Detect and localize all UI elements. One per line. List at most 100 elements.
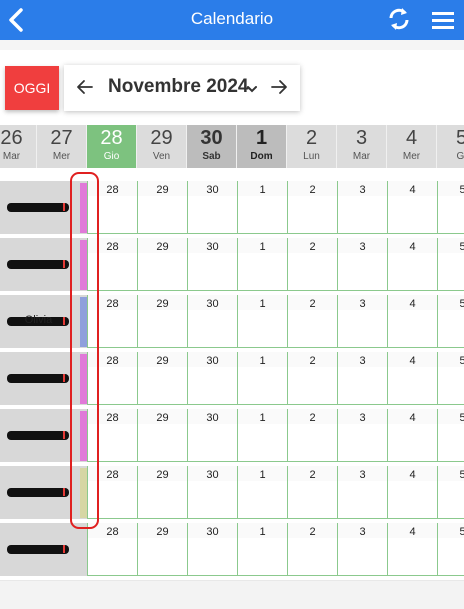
cell-day-number: 5 [459,298,464,310]
bottom-bar [0,580,464,609]
day-cell[interactable]: 2 [287,466,337,519]
day-cell[interactable]: 5 [437,295,464,348]
menu-button[interactable] [431,9,455,31]
day-cell[interactable]: 29 [137,238,187,291]
day-cell[interactable]: 30 [187,295,237,348]
day-cell[interactable]: 3 [337,181,387,234]
day-cell[interactable]: 30 [187,181,237,234]
day-cell[interactable]: 1 [237,181,287,234]
person-label[interactable] [0,523,87,576]
day-cell[interactable]: 2 [287,238,337,291]
day-column-header[interactable]: 28 Gio [87,125,137,168]
day-cell[interactable]: 29 [137,523,187,576]
day-number: 27 [50,127,73,149]
status-marker [63,545,65,553]
cell-day-number: 5 [459,184,464,196]
day-cell[interactable]: 29 [137,352,187,405]
cell-day-number: 29 [156,184,169,196]
day-cell[interactable]: 4 [387,238,437,291]
cell-day-number: 29 [156,298,169,310]
cell-day-number: 4 [409,469,416,481]
day-cell[interactable]: 29 [137,295,187,348]
previous-month-button[interactable] [76,78,94,96]
next-month-button[interactable] [270,78,288,96]
day-cell[interactable]: 4 [387,295,437,348]
day-cell[interactable]: 2 [287,181,337,234]
day-cell[interactable]: 3 [337,352,387,405]
day-cell[interactable]: 3 [337,523,387,576]
cell-day-number: 29 [156,355,169,367]
cell-day-number: 3 [359,355,366,367]
day-cell[interactable]: 1 [237,295,287,348]
day-column-header[interactable]: 29 Ven [137,125,187,168]
day-cell[interactable]: 2 [287,295,337,348]
day-cell[interactable]: 2 [287,352,337,405]
today-button[interactable]: OGGI [5,66,59,110]
day-cell[interactable]: 3 [337,466,387,519]
cell-day-number: 30 [206,241,219,253]
weekday-label: Gi [456,151,464,162]
day-cell[interactable]: 5 [437,466,464,519]
day-cell[interactable]: 29 [137,181,187,234]
day-cell[interactable]: 3 [337,238,387,291]
day-header: 26 Mar 27 Mer 28 Gio 29 Ven 30 Sab 1 Dom 2 Lun 3 Mar 4 Me… [0,125,464,168]
day-cell[interactable]: 2 [287,523,337,576]
toolbar-shadow [0,40,464,50]
day-cell[interactable]: 3 [337,409,387,462]
refresh-button[interactable] [386,5,412,33]
day-cell[interactable]: 1 [237,523,287,576]
day-column-header[interactable]: 30 Sab [187,125,237,168]
day-column-header[interactable]: 4 Mer [387,125,437,168]
day-cell[interactable]: 1 [237,352,287,405]
day-cell[interactable]: 30 [187,523,237,576]
cell-day-number: 3 [359,298,366,310]
cell-day-number: 2 [309,298,316,310]
day-column-header[interactable]: 1 Dom [237,125,287,168]
day-cell[interactable]: 5 [437,238,464,291]
refresh-icon [389,8,409,30]
day-cell[interactable]: 5 [437,409,464,462]
day-cell[interactable]: 30 [187,238,237,291]
day-cell[interactable]: 4 [387,181,437,234]
cell-day-number: 3 [359,526,366,538]
cell-day-number: 3 [359,184,366,196]
status-marker [63,203,65,211]
day-cell[interactable]: 4 [387,409,437,462]
day-column-header[interactable]: 5 Gi [437,125,464,168]
weekday-label: Dom [250,151,273,162]
day-number: 26 [0,127,23,149]
day-column-header[interactable]: 3 Mar [337,125,387,168]
day-cell[interactable]: 3 [337,295,387,348]
day-cell[interactable]: 30 [187,466,237,519]
day-cell[interactable]: 2 [287,409,337,462]
cell-day-number: 29 [156,469,169,481]
day-cell[interactable]: 29 [137,466,187,519]
highlight-annotation [70,172,99,529]
day-cell[interactable]: 29 [137,409,187,462]
day-cell[interactable]: 30 [187,409,237,462]
day-cell[interactable]: 30 [187,352,237,405]
cell-day-number: 5 [459,412,464,424]
cell-day-number: 1 [259,355,266,367]
cell-day-number: 2 [309,526,316,538]
calendar-app: Calendario OGGI Novembre 2024 26 Mar 27 … [0,0,464,609]
day-cell[interactable]: 5 [437,181,464,234]
month-dropdown[interactable] [246,82,258,94]
day-cell[interactable]: 1 [237,409,287,462]
day-cell[interactable]: 28 [87,523,137,576]
day-cell[interactable]: 4 [387,466,437,519]
day-column-header[interactable]: 27 Mer [37,125,87,168]
month-label[interactable]: Novembre 2024 [108,65,248,111]
day-number: 1 [255,127,268,149]
day-cell[interactable]: 4 [387,523,437,576]
status-marker [63,260,65,268]
day-cell[interactable]: 4 [387,352,437,405]
cell-day-number: 4 [409,184,416,196]
day-cell[interactable]: 5 [437,352,464,405]
status-marker [63,488,65,496]
day-column-header[interactable]: 26 Mar [0,125,37,168]
day-cell[interactable]: 1 [237,238,287,291]
day-column-header[interactable]: 2 Lun [287,125,337,168]
day-cell[interactable]: 1 [237,466,287,519]
day-cell[interactable]: 5 [437,523,464,576]
